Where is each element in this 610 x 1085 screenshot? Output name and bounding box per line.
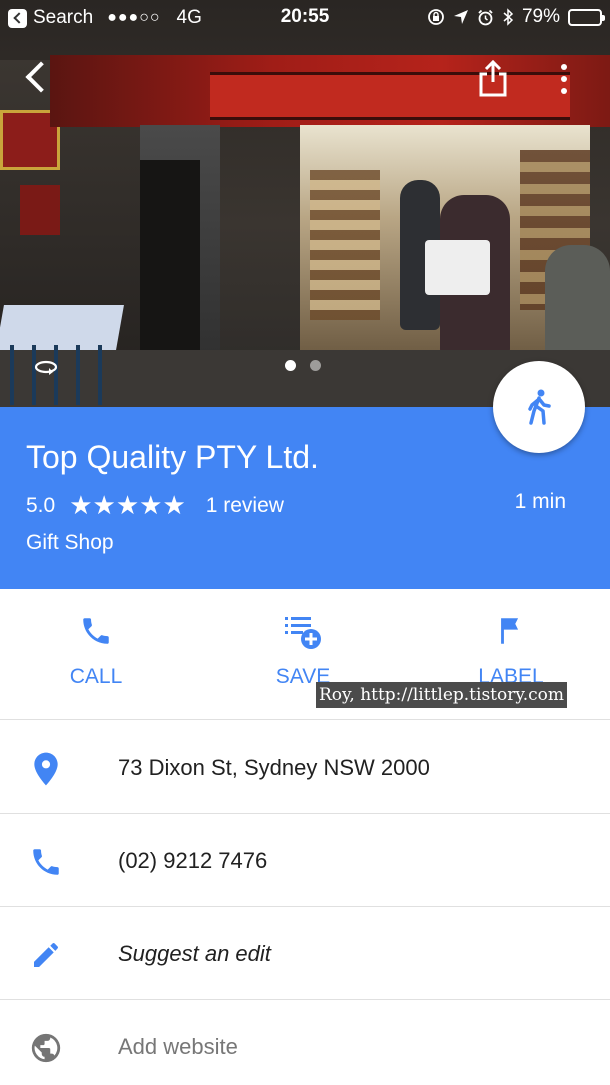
phone-icon: [76, 611, 116, 651]
location-arrow-icon: [453, 10, 468, 24]
more-vert-icon: [561, 64, 567, 70]
back-app-label: Search: [33, 7, 94, 28]
place-category: Gift Shop: [26, 531, 114, 554]
more-options-button[interactable]: [552, 62, 576, 96]
network-type: 4G: [176, 7, 202, 28]
walking-person-icon: [528, 389, 551, 425]
address-row[interactable]: 73 Dixon St, Sydney NSW 2000: [0, 721, 610, 814]
rating-row[interactable]: 5.0 ★★★★★ 1 review: [26, 490, 284, 521]
battery-percent: 79%: [521, 6, 560, 27]
pager-dot[interactable]: [285, 360, 296, 371]
review-count-link[interactable]: 1 review: [206, 494, 284, 518]
address-text: 73 Dixon St, Sydney NSW 2000: [118, 755, 430, 780]
signal-strength: ●●●○○: [107, 9, 161, 26]
photo-chairs: [10, 345, 110, 405]
more-vert-icon: [561, 76, 567, 82]
bluetooth-icon: [503, 8, 514, 26]
status-bar: Search ●●●○○ 4G 20:55 79%: [0, 0, 610, 34]
alarm-icon: [478, 9, 493, 25]
battery-icon: [568, 8, 605, 26]
phone-icon: [26, 844, 66, 880]
back-button[interactable]: [18, 58, 58, 98]
label-button[interactable]: LABEL: [441, 611, 581, 689]
pager-dot[interactable]: [310, 360, 321, 371]
status-icons: 79%: [427, 6, 605, 28]
phone-row[interactable]: (02) 9212 7476: [0, 814, 610, 907]
photo-pager[interactable]: [285, 360, 321, 371]
phone-text: (02) 9212 7476: [118, 848, 268, 873]
suggest-edit-text: Suggest an edit: [118, 941, 271, 966]
place-name: Top Quality PTY Ltd.: [26, 439, 319, 475]
share-button[interactable]: [476, 58, 510, 98]
call-label: CALL: [69, 665, 123, 688]
360-rotate-icon[interactable]: [33, 358, 59, 376]
walking-eta: 1 min: [514, 490, 566, 513]
location-pin-icon: [26, 751, 66, 787]
rotation-lock-icon: [428, 9, 444, 25]
place-photo[interactable]: [0, 0, 610, 407]
more-vert-icon: [561, 88, 567, 94]
globe-icon: [26, 1030, 66, 1066]
photo-box: [425, 240, 490, 295]
add-website-text: Add website: [118, 1034, 238, 1059]
star-rating-icon: ★★★★★: [69, 490, 186, 520]
rating-value: 5.0: [26, 493, 56, 517]
photo-table: [0, 305, 124, 350]
photo-shelf: [310, 170, 380, 320]
back-app-icon: [8, 8, 27, 28]
photo-doorway: [140, 160, 200, 370]
pencil-icon: [26, 937, 66, 973]
flag-icon: [491, 611, 531, 651]
back-to-app[interactable]: Search ●●●○○ 4G: [8, 7, 202, 29]
photo-sign: [20, 185, 60, 235]
save-button[interactable]: SAVE: [233, 611, 373, 689]
suggest-edit-row[interactable]: Suggest an edit: [0, 907, 610, 1000]
watermark: Roy, http://littlep.tistory.com: [316, 682, 567, 708]
directions-button[interactable]: [493, 361, 585, 453]
photo-banner-strip: [210, 72, 570, 120]
call-button[interactable]: CALL: [26, 611, 166, 689]
add-website-row[interactable]: Add website: [0, 1000, 610, 1085]
playlist-add-icon: [283, 611, 323, 651]
share-icon: [479, 59, 507, 97]
